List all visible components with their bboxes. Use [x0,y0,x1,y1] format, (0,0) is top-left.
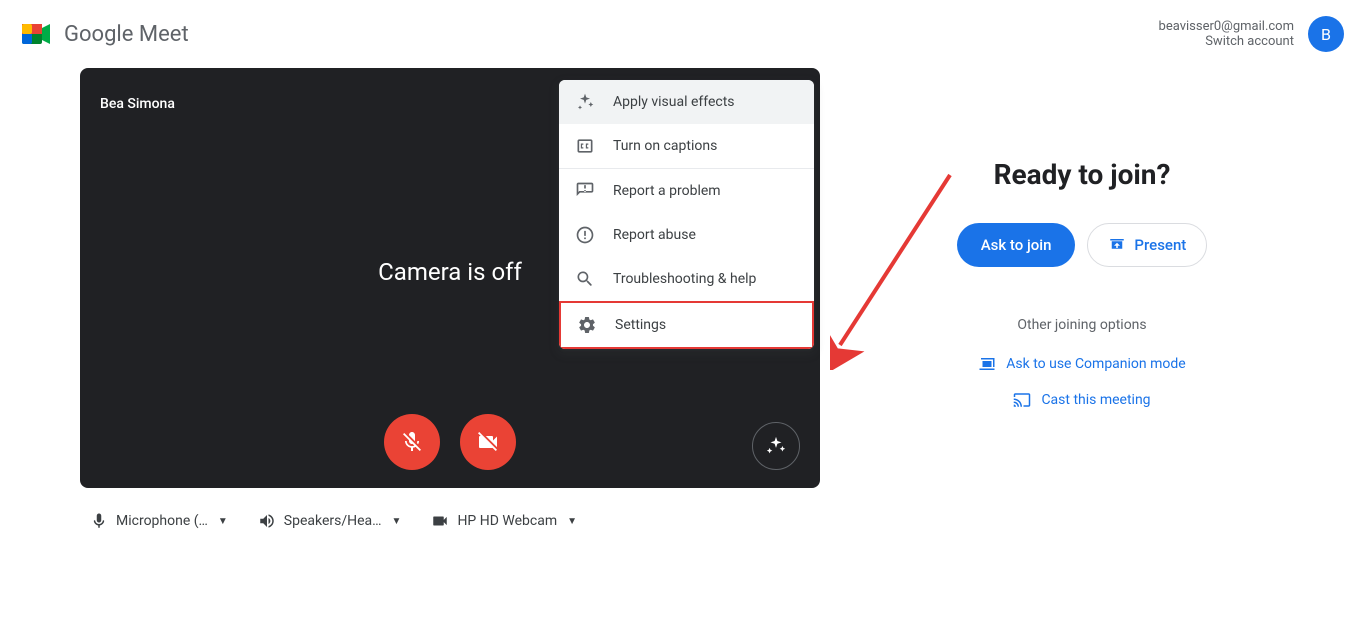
menu-item-label: Report a problem [613,183,721,199]
mic-icon [90,512,108,530]
menu-item-label: Report abuse [613,227,696,243]
menu-report-problem[interactable]: Report a problem [559,169,814,213]
sparkle-icon [575,92,595,112]
microphone-selector[interactable]: Microphone (…▼ [90,512,228,530]
menu-item-label: Troubleshooting & help [613,271,756,287]
menu-troubleshooting[interactable]: Troubleshooting & help [559,257,814,301]
camera-selector[interactable]: HP HD Webcam▼ [431,512,577,530]
meet-logo-icon [20,16,56,52]
menu-item-label: Apply visual effects [613,94,735,110]
mic-toggle-button[interactable] [384,414,440,470]
menu-settings[interactable]: Settings [559,301,814,349]
join-panel: Ready to join? Ask to join Present Other… [880,68,1284,427]
video-preview: Bea Simona Camera is off Apply visual ef… [80,68,820,488]
troubleshoot-icon [575,269,595,289]
present-icon [1108,236,1126,254]
more-options-menu: Apply visual effects Turn on captions Re… [559,80,814,349]
feedback-icon [575,181,595,201]
ready-heading: Ready to join? [994,158,1171,191]
ask-to-join-button[interactable]: Ask to join [957,223,1076,267]
companion-icon [978,355,996,373]
camera-off-icon [476,430,500,454]
cast-icon [1013,391,1031,409]
account-email: beavisser0@gmail.com [1159,19,1294,34]
account-section: beavisser0@gmail.com Switch account B [1159,16,1344,52]
logo-text: Google Meet [64,22,189,47]
header: Google Meet beavisser0@gmail.com Switch … [0,0,1364,68]
other-options-label: Other joining options [1017,317,1146,333]
device-selector-row: Microphone (…▼ Speakers/Hea…▼ HP HD Webc… [80,506,820,536]
avatar[interactable]: B [1308,16,1344,52]
switch-account-link[interactable]: Switch account [1159,34,1294,49]
participant-name: Bea Simona [100,96,175,112]
menu-apply-visual-effects[interactable]: Apply visual effects [559,80,814,124]
menu-turn-on-captions[interactable]: Turn on captions [559,124,814,168]
logo[interactable]: Google Meet [20,16,189,52]
companion-mode-link[interactable]: Ask to use Companion mode [978,355,1185,373]
report-abuse-icon [575,225,595,245]
present-button[interactable]: Present [1087,223,1207,267]
captions-icon [575,136,595,156]
sparkle-icon [765,435,787,457]
menu-item-label: Settings [615,317,666,333]
speaker-icon [258,512,276,530]
mic-off-icon [400,430,424,454]
camera-icon [431,512,449,530]
visual-effects-button[interactable] [752,422,800,470]
gear-icon [577,315,597,335]
speakers-selector[interactable]: Speakers/Hea…▼ [258,512,402,530]
menu-item-label: Turn on captions [613,138,717,154]
menu-report-abuse[interactable]: Report abuse [559,213,814,257]
camera-toggle-button[interactable] [460,414,516,470]
cast-meeting-link[interactable]: Cast this meeting [1013,391,1150,409]
